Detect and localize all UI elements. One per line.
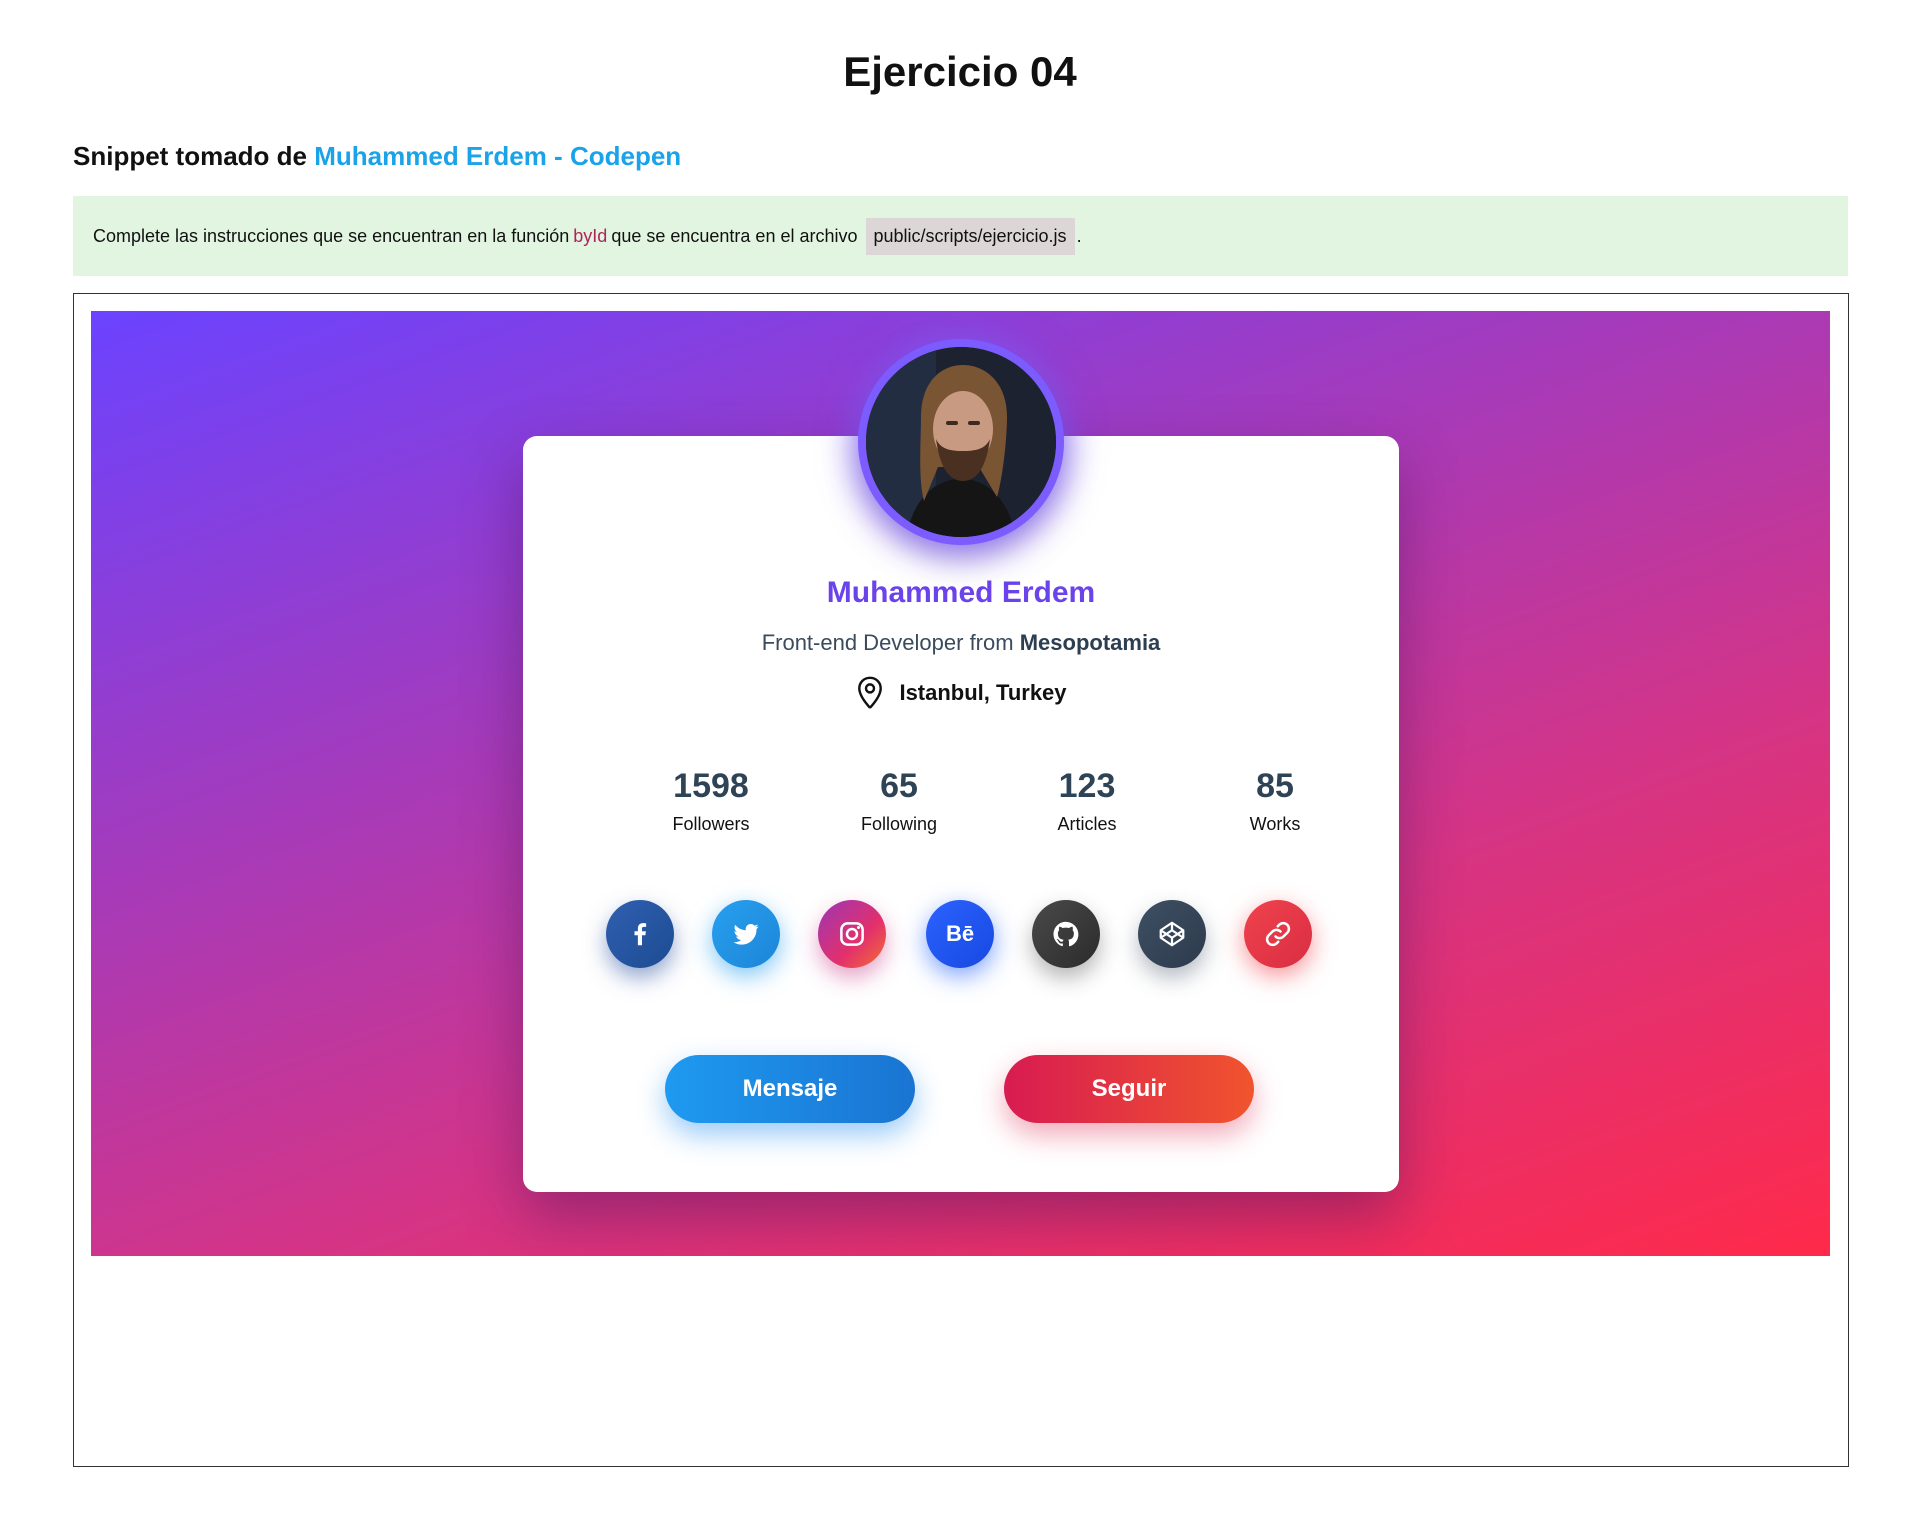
twitter-link[interactable] (712, 900, 780, 968)
stat-label: Articles (1057, 814, 1117, 834)
stat-followers[interactable]: 1598 Followers (631, 766, 791, 835)
github-icon (1053, 921, 1079, 947)
preview-frame: Muhammed Erdem Front-end Developer from … (73, 293, 1849, 1467)
profile-role-place: Mesopotamia (1019, 630, 1161, 655)
snippet-credit: Snippet tomado de Muhammed Erdem - Codep… (73, 141, 681, 172)
profile-card: Muhammed Erdem Front-end Developer from … (523, 436, 1399, 1192)
stat-value: 65 (880, 767, 918, 805)
location-pin-icon (858, 676, 883, 709)
behance-link[interactable]: Bē (926, 900, 994, 968)
profile-role-prefix: Front-end Developer from (761, 630, 1014, 655)
codepen-link[interactable]: Muhammed Erdem - Codepen (314, 141, 681, 171)
notice-text-before: Complete las instrucciones que se encuen… (93, 225, 570, 246)
profile-name: Muhammed Erdem (826, 576, 1096, 609)
location-text: Istanbul, Turkey (899, 680, 1067, 705)
instructions-notice: Complete las instrucciones que se encuen… (73, 196, 1848, 276)
stat-label: Followers (672, 814, 750, 834)
behance-icon: Bē (945, 921, 975, 946)
stat-value: 123 (1058, 767, 1116, 805)
snippet-prefix: Snippet tomado de (73, 141, 307, 171)
codepen-icon (1159, 921, 1185, 947)
stat-articles[interactable]: 123 Articles (1007, 766, 1167, 835)
notice-text-end: . (1076, 225, 1082, 246)
stat-label: Works (1249, 814, 1301, 834)
instagram-icon (840, 922, 864, 946)
message-button[interactable]: Mensaje (665, 1055, 915, 1123)
website-link[interactable] (1244, 900, 1312, 968)
twitter-icon (733, 923, 759, 945)
profile-role: Front-end Developer from Mesopotamia (523, 630, 1399, 656)
user-photo-icon (866, 347, 1056, 537)
instagram-link[interactable] (818, 900, 886, 968)
facebook-icon (634, 923, 647, 946)
avatar-ring (858, 339, 1064, 545)
function-name: byId (573, 225, 608, 246)
codepen-link-social[interactable] (1138, 900, 1206, 968)
facebook-link[interactable] (606, 900, 674, 968)
stat-label: Following (860, 814, 938, 834)
stat-following[interactable]: 65 Following (819, 766, 979, 835)
stat-works[interactable]: 85 Works (1195, 766, 1355, 835)
stat-value: 85 (1256, 767, 1294, 805)
link-icon (1265, 921, 1291, 947)
file-path: public/scripts/ejercicio.js (865, 217, 1075, 255)
profile-location: Istanbul, Turkey (523, 676, 1399, 710)
profile-hero: Muhammed Erdem Front-end Developer from … (91, 311, 1830, 1256)
follow-button[interactable]: Seguir (1004, 1055, 1254, 1123)
github-link[interactable] (1032, 900, 1100, 968)
stat-value: 1598 (673, 767, 749, 805)
social-links: Bē (523, 900, 1399, 970)
notice-text-middle: que se encuentra en el archivo (611, 225, 858, 246)
avatar (866, 347, 1056, 537)
page-title: Ejercicio 04 (843, 48, 1077, 95)
